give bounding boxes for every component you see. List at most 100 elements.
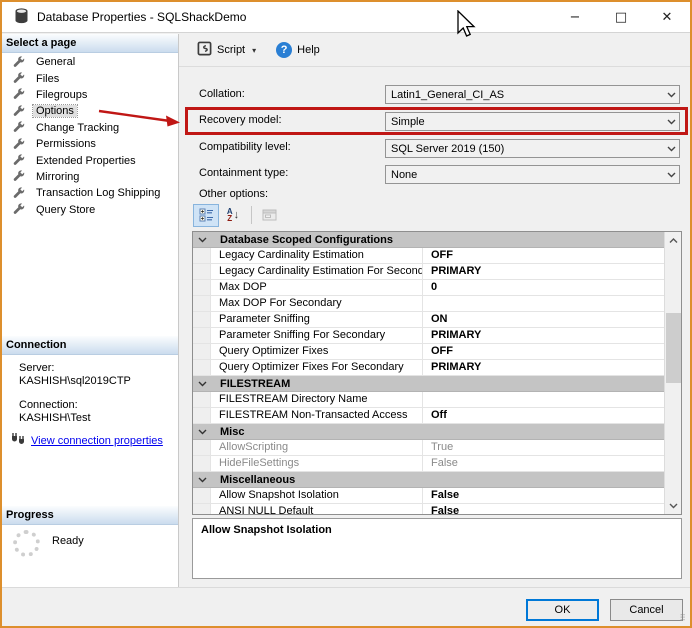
sidebar-page-item[interactable]: Change Tracking — [2, 120, 178, 136]
grid-row-value[interactable]: False — [423, 504, 664, 514]
grid-row-value[interactable]: PRIMARY — [423, 328, 664, 343]
cancel-button[interactable]: Cancel — [610, 599, 683, 621]
containment-type-label: Containment type: — [199, 167, 288, 179]
grid-row[interactable]: AllowScripting True — [193, 440, 664, 456]
script-dropdown-icon[interactable]: ▾ — [252, 46, 256, 55]
grid-row[interactable]: Max DOP For Secondary — [193, 296, 664, 312]
property-grid-rows: Database Scoped Configurations Legacy Ca… — [193, 232, 664, 514]
grid-row-value[interactable] — [423, 392, 664, 407]
property-description-pane: Allow Snapshot Isolation — [192, 518, 682, 579]
sidebar-page-item[interactable]: Transaction Log Shipping — [2, 185, 178, 201]
scroll-up-icon[interactable] — [665, 232, 682, 249]
chevron-down-icon[interactable] — [663, 119, 679, 125]
scrollbar-thumb[interactable] — [666, 313, 681, 383]
vertical-scrollbar[interactable] — [664, 232, 681, 514]
grid-row-value[interactable] — [423, 296, 664, 311]
wrench-icon — [12, 121, 26, 134]
title-bar[interactable]: Database Properties - SQLShackDemo − □ ✕ — [2, 2, 690, 33]
grid-row[interactable]: Parameter Sniffing ON — [193, 312, 664, 328]
collapse-chevron-icon[interactable] — [193, 381, 211, 387]
grid-row-value[interactable]: True — [423, 440, 664, 455]
grid-row-value[interactable]: PRIMARY — [423, 360, 664, 375]
grid-row[interactable]: Query Optimizer Fixes OFF — [193, 344, 664, 360]
server-value: KASHISH\sql2019CTP — [19, 375, 131, 387]
minimize-button[interactable]: − — [552, 2, 598, 33]
grid-row-gutter — [193, 264, 211, 279]
containment-type-combobox[interactable]: None — [385, 165, 680, 184]
database-icon — [14, 8, 29, 27]
resize-grip[interactable]: ⠿ — [679, 613, 687, 624]
sidebar-page-item[interactable]: Query Store — [2, 202, 178, 218]
script-button[interactable]: Script ▾ — [191, 38, 262, 62]
grid-row-gutter — [193, 280, 211, 295]
button-bar: OK Cancel ⠿ — [2, 587, 690, 626]
compatibility-level-combobox[interactable]: SQL Server 2019 (150) — [385, 139, 680, 158]
grid-row-label: Max DOP For Secondary — [211, 296, 423, 311]
grid-row-value[interactable]: False — [423, 456, 664, 471]
sidebar-page-item[interactable]: Files — [2, 70, 178, 86]
wrench-icon — [12, 154, 26, 167]
view-connection-properties-link[interactable]: View connection properties — [31, 435, 163, 447]
wrench-icon — [12, 72, 26, 85]
grid-section-label: Database Scoped Configurations — [211, 234, 393, 246]
other-options-label: Other options: — [199, 188, 268, 200]
chevron-down-icon[interactable] — [663, 146, 679, 152]
grid-row-value[interactable]: Off — [423, 408, 664, 423]
wrench-icon — [12, 56, 26, 69]
grid-row[interactable]: Legacy Cardinality Estimation For Second… — [193, 264, 664, 280]
grid-row-value[interactable]: 0 — [423, 280, 664, 295]
chevron-down-icon[interactable] — [663, 172, 679, 178]
collapse-chevron-icon[interactable] — [193, 429, 211, 435]
options-property-grid: Database Scoped Configurations Legacy Ca… — [192, 231, 682, 515]
grid-row[interactable]: Legacy Cardinality Estimation OFF — [193, 248, 664, 264]
ok-button[interactable]: OK — [526, 599, 599, 621]
grid-row-value[interactable]: False — [423, 488, 664, 503]
grid-row[interactable]: Allow Snapshot Isolation False — [193, 488, 664, 504]
categorized-icon[interactable] — [193, 204, 219, 227]
maximize-button[interactable]: □ — [598, 2, 644, 33]
grid-row-value[interactable]: ON — [423, 312, 664, 327]
grid-row-gutter — [193, 328, 211, 343]
sort-alphabetical-icon[interactable]: AZ↓ — [220, 204, 246, 227]
sidebar-page-item[interactable]: Options — [2, 103, 178, 119]
sidebar-page-item[interactable]: Extended Properties — [2, 152, 178, 168]
grid-row-value[interactable]: OFF — [423, 344, 664, 359]
scroll-down-icon[interactable] — [665, 497, 682, 514]
collapse-chevron-icon[interactable] — [193, 477, 211, 483]
grid-section-header[interactable]: FILESTREAM — [193, 376, 664, 392]
property-pages-icon[interactable] — [256, 204, 282, 227]
grid-row[interactable]: Max DOP 0 — [193, 280, 664, 296]
grid-section-header[interactable]: Database Scoped Configurations — [193, 232, 664, 248]
sidebar-page-label: General — [33, 56, 78, 68]
grid-row-label: FILESTREAM Directory Name — [211, 392, 423, 407]
collapse-chevron-icon[interactable] — [193, 237, 211, 243]
grid-row[interactable]: HideFileSettings False — [193, 456, 664, 472]
progress-spinner-icon — [13, 530, 40, 557]
help-button[interactable]: ? Help — [270, 39, 326, 61]
sidebar-page-item[interactable]: Filegroups — [2, 87, 178, 103]
sidebar-page-item[interactable]: Mirroring — [2, 169, 178, 185]
recovery-model-combobox[interactable]: Simple — [385, 112, 680, 131]
grid-section-header[interactable]: Misc — [193, 424, 664, 440]
grid-row[interactable]: Parameter Sniffing For Secondary PRIMARY — [193, 328, 664, 344]
chevron-down-icon[interactable] — [663, 92, 679, 98]
grid-row-label: AllowScripting — [211, 440, 423, 455]
grid-row[interactable]: Query Optimizer Fixes For Secondary PRIM… — [193, 360, 664, 376]
grid-row-label: Query Optimizer Fixes — [211, 344, 423, 359]
close-button[interactable]: ✕ — [644, 2, 690, 33]
connection-header: Connection — [2, 336, 178, 355]
grid-row-value[interactable]: PRIMARY — [423, 264, 664, 279]
sidebar-page-item[interactable]: Permissions — [2, 136, 178, 152]
wrench-icon — [12, 203, 26, 216]
grid-row[interactable]: FILESTREAM Directory Name — [193, 392, 664, 408]
sidebar-page-item[interactable]: General — [2, 54, 178, 70]
grid-row[interactable]: FILESTREAM Non-Transacted Access Off — [193, 408, 664, 424]
grid-row[interactable]: ANSI NULL Default False — [193, 504, 664, 514]
grid-row-value[interactable]: OFF — [423, 248, 664, 263]
sidebar-page-label: Options — [33, 105, 77, 117]
collation-combobox[interactable]: Latin1_General_CI_AS — [385, 85, 680, 104]
grid-toolbar: AZ↓ — [193, 203, 283, 227]
grid-row-label: ANSI NULL Default — [211, 504, 423, 514]
grid-row-gutter — [193, 312, 211, 327]
grid-section-header[interactable]: Miscellaneous — [193, 472, 664, 488]
